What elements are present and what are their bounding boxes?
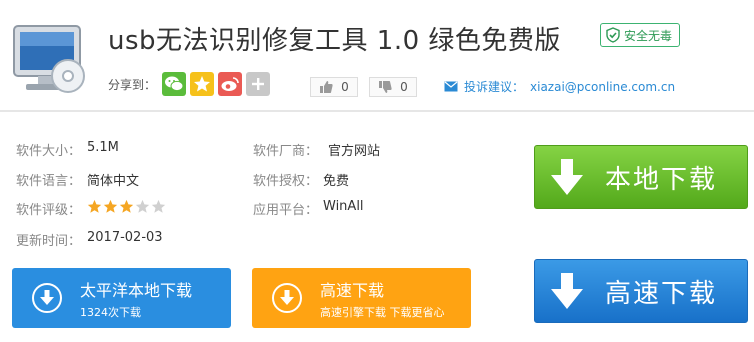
star-filled-icon xyxy=(103,199,118,213)
vendor-label: 软件厂商： xyxy=(253,144,319,159)
pconline-download-button[interactable]: 太平洋本地下载 1324次下载 xyxy=(12,268,231,328)
highspeed-download-button[interactable]: 高速下载 高速引擎下载 下载更省心 xyxy=(252,268,471,328)
star-empty-icon xyxy=(151,199,166,213)
star-empty-icon xyxy=(135,199,150,213)
updated-value: 2017-02-03 xyxy=(87,230,163,245)
more-share-icon[interactable] xyxy=(246,72,270,96)
complaint-label: 投诉建议： xyxy=(464,80,525,94)
star-filled-icon xyxy=(87,199,102,213)
complaint-link[interactable]: 投诉建议： xiazai@pconline.com.cn xyxy=(444,78,675,95)
thumbs-up-icon xyxy=(320,81,333,93)
updated-label: 更新时间： xyxy=(16,234,82,249)
vendor-value: 官方网站 xyxy=(328,144,381,159)
mail-icon xyxy=(444,81,458,92)
local-download-button[interactable]: 本地下载 xyxy=(534,145,748,209)
thumbs-down-button[interactable]: 0 xyxy=(369,77,417,97)
safe-badge-label: 安全无毒 xyxy=(624,28,673,43)
rating-label: 软件评级： xyxy=(16,203,82,218)
license-value: 免费 xyxy=(323,174,350,189)
divider xyxy=(0,110,754,112)
platform-value: WinAll xyxy=(323,199,364,214)
fast-download-label: 高速下载 xyxy=(605,278,718,309)
language-value: 简体中文 xyxy=(87,174,140,189)
thumbs-down-icon xyxy=(379,81,392,93)
download-count: 1324次下载 xyxy=(80,305,141,319)
share-label: 分享到： xyxy=(108,78,157,92)
highspeed-download-label: 高速下载 xyxy=(320,280,385,300)
thumbs-down-count: 0 xyxy=(400,80,408,94)
local-download-label: 本地下载 xyxy=(605,164,718,195)
thumbs-up-button[interactable]: 0 xyxy=(310,77,358,97)
platform-label: 应用平台： xyxy=(253,203,319,218)
shield-check-icon xyxy=(606,27,620,43)
size-value: 5.1M xyxy=(87,140,119,155)
download-arrow-icon xyxy=(535,158,599,196)
wechat-icon[interactable] xyxy=(162,72,186,96)
star-filled-icon xyxy=(119,199,134,213)
safe-badge: 安全无毒 xyxy=(600,23,681,47)
download-circle-icon xyxy=(32,283,62,313)
rating-stars xyxy=(87,199,166,214)
page-title: usb无法识别修复工具 1.0 绿色免费版 xyxy=(108,26,561,56)
weibo-icon[interactable] xyxy=(218,72,242,96)
license-label: 软件授权： xyxy=(253,174,319,189)
highspeed-download-sub: 高速引擎下载 下载更省心 xyxy=(320,305,445,319)
language-label: 软件语言： xyxy=(16,174,82,189)
download-arrow-icon xyxy=(535,272,599,310)
complaint-email[interactable]: xiazai@pconline.com.cn xyxy=(530,80,675,94)
app-icon xyxy=(8,18,88,98)
size-label: 软件大小： xyxy=(16,144,82,159)
thumbs-up-count: 0 xyxy=(341,80,349,94)
download-circle-icon xyxy=(272,283,302,313)
pconline-download-label: 太平洋本地下载 xyxy=(80,280,193,300)
fast-download-button[interactable]: 高速下载 xyxy=(534,259,748,323)
qzone-icon[interactable] xyxy=(190,72,214,96)
